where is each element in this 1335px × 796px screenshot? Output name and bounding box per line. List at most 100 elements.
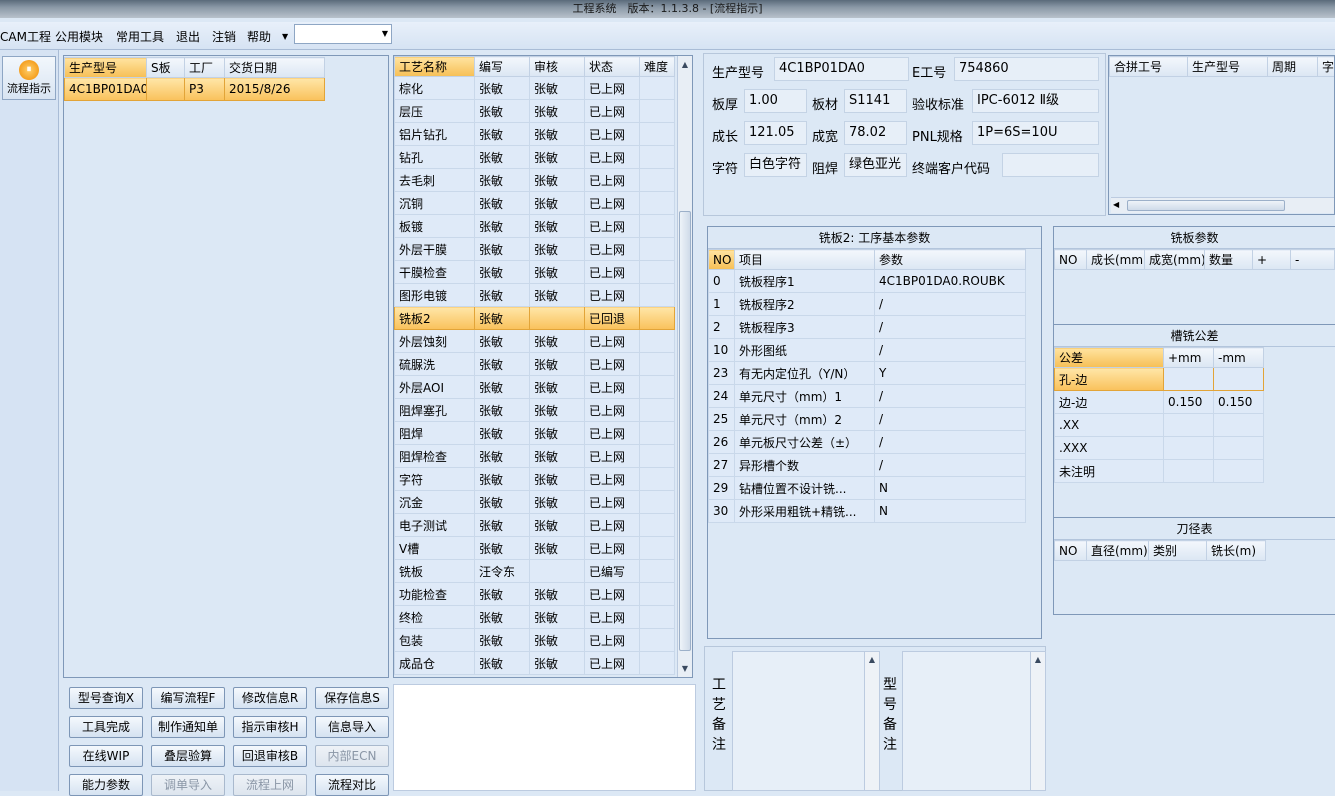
process-cell[interactable]: 阻焊检查	[395, 445, 475, 468]
col-param-value[interactable]: 参数	[875, 250, 1026, 270]
process-cell[interactable]: 已上网	[585, 238, 640, 261]
slot-row[interactable]: .XX	[1055, 414, 1264, 437]
process-cell[interactable]: 铣板2	[395, 307, 475, 330]
process-cell[interactable]: 字符	[395, 468, 475, 491]
process-cell[interactable]: 张敏	[475, 399, 530, 422]
process-cell[interactable]: 已上网	[585, 629, 640, 652]
process-cell[interactable]: 已上网	[585, 468, 640, 491]
param-cell[interactable]: 23	[709, 362, 735, 385]
param-cell[interactable]: 铣板程序3	[735, 316, 875, 339]
process-cell[interactable]: 硫脲洗	[395, 353, 475, 376]
param-cell[interactable]: 10	[709, 339, 735, 362]
process-cell[interactable]	[640, 399, 675, 422]
process-cell[interactable]: 外层干膜	[395, 238, 475, 261]
process-cell[interactable]: 已上网	[585, 261, 640, 284]
param-cell[interactable]: 外形图纸	[735, 339, 875, 362]
action-button[interactable]: 保存信息S	[315, 687, 389, 709]
action-button[interactable]: 能力参数	[69, 774, 143, 796]
process-cell[interactable]: 成品仓	[395, 652, 475, 675]
process-cell[interactable]	[640, 514, 675, 537]
process-row[interactable]: 铣板2张敏已回退	[395, 307, 675, 330]
process-row[interactable]: 铣板汪令东已编写	[395, 560, 675, 583]
process-row[interactable]: 板镀张敏张敏已上网	[395, 215, 675, 238]
process-cell[interactable]: 张敏	[475, 123, 530, 146]
col-combine-cycle[interactable]: 周期	[1268, 57, 1318, 77]
action-button[interactable]: 回退审核B	[233, 745, 307, 767]
process-row[interactable]: 功能检查张敏张敏已上网	[395, 583, 675, 606]
param-cell[interactable]: 24	[709, 385, 735, 408]
slot-cell[interactable]: 边-边	[1055, 391, 1164, 414]
process-cell[interactable]: 张敏	[475, 192, 530, 215]
slot-cell[interactable]	[1214, 368, 1264, 391]
process-row[interactable]: 图形电镀张敏张敏已上网	[395, 284, 675, 307]
slot-cell[interactable]	[1164, 368, 1214, 391]
process-cell[interactable]: 已上网	[585, 192, 640, 215]
scroll-thumb[interactable]	[679, 211, 691, 651]
menu-combo[interactable]: ▼	[294, 24, 392, 44]
action-button[interactable]: 工具完成	[69, 716, 143, 738]
process-cell[interactable]: 张敏	[530, 169, 585, 192]
process-row[interactable]: 阻焊张敏张敏已上网	[395, 422, 675, 445]
chevron-down-icon[interactable]: ▼	[382, 29, 388, 38]
col-mill-plus[interactable]: +	[1253, 250, 1291, 270]
param-row[interactable]: 25单元尺寸（mm）2/	[709, 408, 1026, 431]
process-cell[interactable]	[640, 560, 675, 583]
process-row[interactable]: 成品仓张敏张敏已上网	[395, 652, 675, 675]
action-button[interactable]: 编写流程F	[151, 687, 225, 709]
param-cell[interactable]: N	[875, 477, 1026, 500]
param-row[interactable]: 10外形图纸/	[709, 339, 1026, 362]
process-cell[interactable]: 汪令东	[475, 560, 530, 583]
scroll-up-icon[interactable]: ▲	[678, 57, 692, 72]
model-notes-scrollbar[interactable]: ▲	[1030, 652, 1045, 790]
menu-common-module[interactable]: 公用模块	[55, 28, 103, 45]
process-cell[interactable]: 张敏	[475, 652, 530, 675]
col-factory[interactable]: 工厂	[185, 58, 225, 78]
param-cell[interactable]: 铣板程序2	[735, 293, 875, 316]
col-tool-type[interactable]: 类别	[1149, 541, 1207, 561]
process-row[interactable]: 电子测试张敏张敏已上网	[395, 514, 675, 537]
process-cell[interactable]	[640, 215, 675, 238]
scroll-up-icon[interactable]: ▲	[1031, 652, 1045, 667]
process-row[interactable]: 去毛刺张敏张敏已上网	[395, 169, 675, 192]
message-box[interactable]	[393, 684, 696, 791]
process-cell[interactable]: 张敏	[530, 422, 585, 445]
param-row[interactable]: 2铣板程序3/	[709, 316, 1026, 339]
process-cell[interactable]	[530, 307, 585, 330]
process-cell[interactable]: 张敏	[530, 445, 585, 468]
process-row[interactable]: V槽张敏张敏已上网	[395, 537, 675, 560]
col-tool-no[interactable]: NO	[1055, 541, 1087, 561]
process-cell[interactable]	[640, 445, 675, 468]
process-cell[interactable]: 张敏	[530, 261, 585, 284]
process-cell[interactable]: 干膜检查	[395, 261, 475, 284]
process-cell[interactable]: 层压	[395, 100, 475, 123]
field-standard[interactable]: IPC-6012 Ⅱ级	[972, 89, 1099, 113]
param-cell[interactable]: /	[875, 431, 1026, 454]
process-cell[interactable]	[640, 261, 675, 284]
process-cell[interactable]: 电子测试	[395, 514, 475, 537]
param-row[interactable]: 29钻槽位置不设计铣...N	[709, 477, 1026, 500]
param-row[interactable]: 23有无内定位孔（Y/N）Y	[709, 362, 1026, 385]
col-slot-tol[interactable]: 公差	[1055, 348, 1164, 368]
col-model[interactable]: 生产型号	[65, 58, 147, 78]
slot-cell[interactable]	[1214, 414, 1264, 437]
order-cell[interactable]: 4C1BP01DA0	[65, 78, 147, 101]
param-cell[interactable]: N	[875, 500, 1026, 523]
slot-cell[interactable]	[1214, 437, 1264, 460]
col-difficulty[interactable]: 难度	[640, 57, 675, 77]
process-cell[interactable]	[640, 77, 675, 100]
process-cell[interactable]: 阻焊	[395, 422, 475, 445]
process-cell[interactable]	[640, 123, 675, 146]
param-cell[interactable]: 25	[709, 408, 735, 431]
param-cell[interactable]: 1	[709, 293, 735, 316]
process-cell[interactable]: 张敏	[530, 537, 585, 560]
process-cell[interactable]: 已上网	[585, 169, 640, 192]
process-cell[interactable]: 张敏	[475, 353, 530, 376]
process-cell[interactable]: 张敏	[475, 583, 530, 606]
slot-row[interactable]: 边-边0.1500.150	[1055, 391, 1264, 414]
menu-cam[interactable]: CAM工程	[0, 28, 51, 45]
process-cell[interactable]: 终检	[395, 606, 475, 629]
col-combine-char[interactable]: 字符	[1318, 57, 1335, 77]
param-cell[interactable]: /	[875, 293, 1026, 316]
param-cell[interactable]: 异形槽个数	[735, 454, 875, 477]
process-cell[interactable]: 张敏	[475, 100, 530, 123]
